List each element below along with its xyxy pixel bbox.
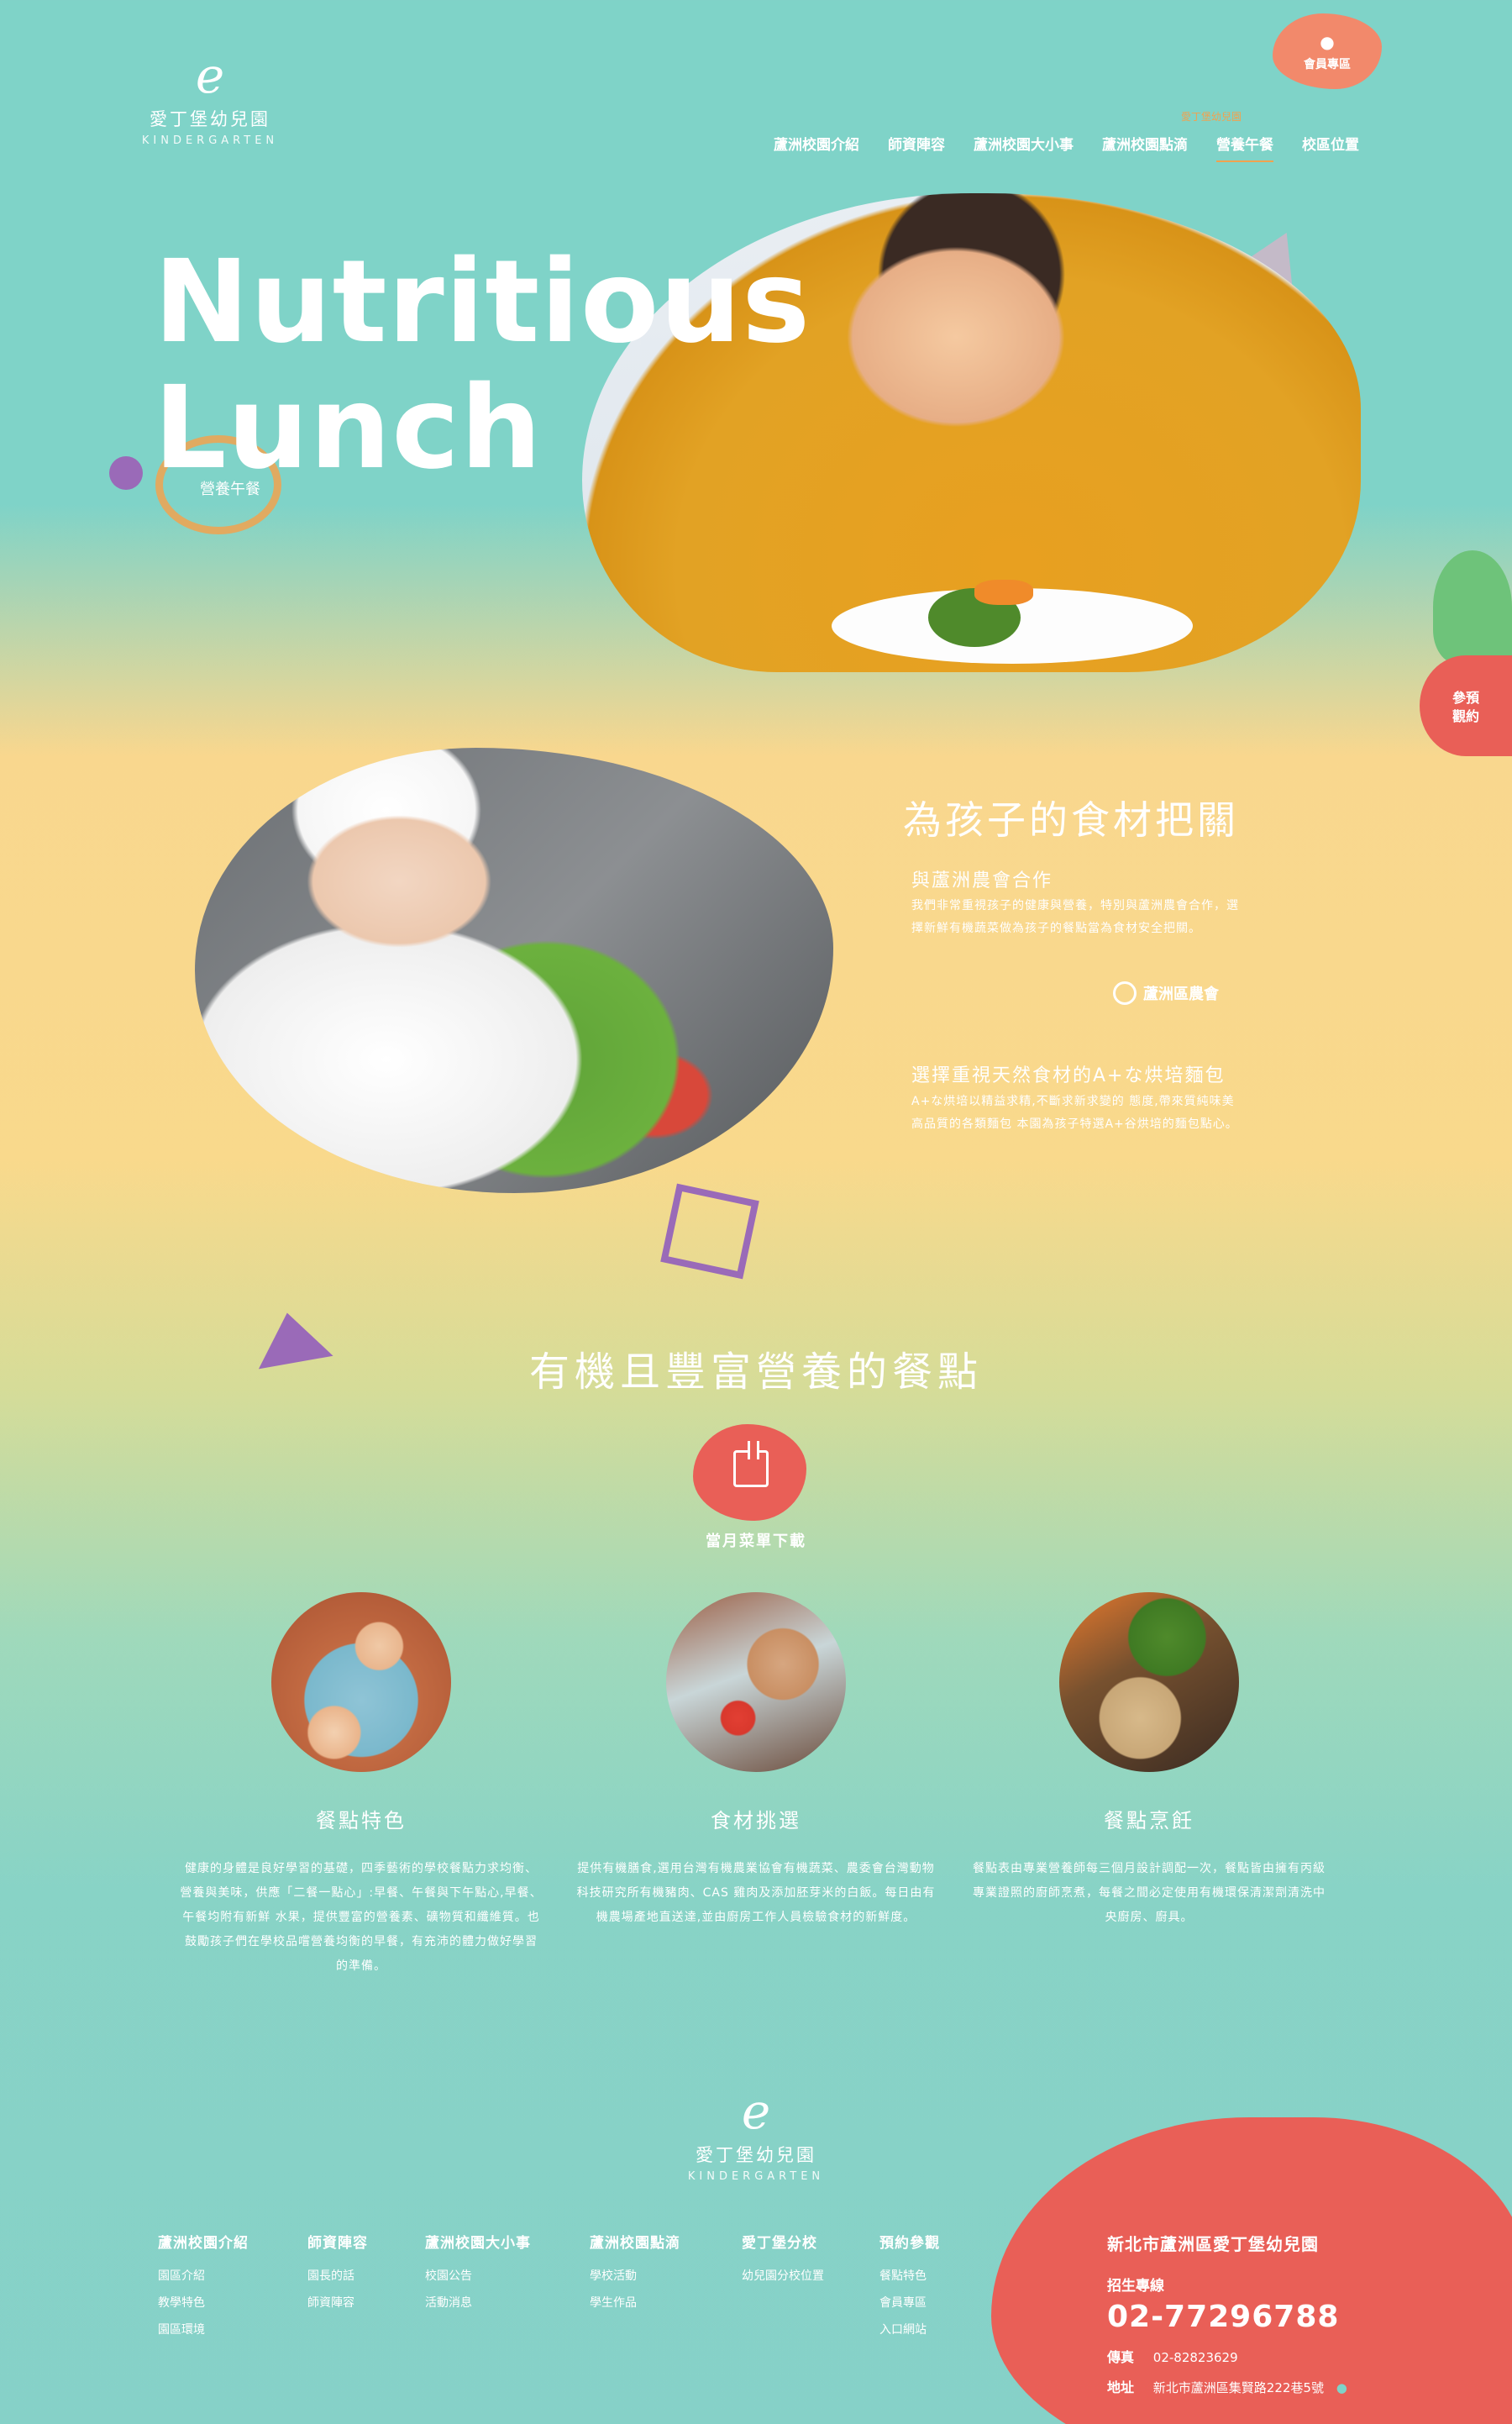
hero-title-line1: Nutritious xyxy=(154,236,811,369)
logo-name: 愛丁堡幼兒園 xyxy=(696,2145,816,2165)
footer-link[interactable]: 校園公告 xyxy=(425,2267,590,2284)
farm-logo-icon xyxy=(1113,981,1137,1005)
dinosaur-illustration xyxy=(1433,550,1512,664)
logo-mark: e xyxy=(741,2083,771,2140)
footer-column-heading[interactable]: 師資陣容 xyxy=(307,2231,425,2252)
nav-item-campus-moments[interactable]: 蘆洲校園點滴 xyxy=(1102,133,1188,162)
footer-link[interactable]: 幼兒園分校位置 xyxy=(742,2267,879,2284)
footer-column-heading[interactable]: 愛丁堡分校 xyxy=(742,2231,879,2252)
section-title-meals: 有機且豐富營養的餐點 xyxy=(528,1349,983,1396)
footer-link[interactable]: 活動消息 xyxy=(425,2294,590,2311)
fax-label: 傳真 xyxy=(1107,2349,1135,2365)
member-area-label: 會員專區 xyxy=(1304,58,1351,71)
download-icon xyxy=(733,1441,769,1487)
footer-link[interactable]: 學生作品 xyxy=(590,2294,742,2311)
user-icon: ● xyxy=(1320,32,1335,52)
feature-image xyxy=(666,1592,846,1772)
feature-card: 餐點特色 健康的身體是良好學習的基礎，四季藝術的學校餐點力求均衡、營養與美味，供… xyxy=(176,1592,546,1979)
footer-link[interactable]: 學校活動 xyxy=(590,2267,742,2284)
nav-item-location[interactable]: 校區位置 xyxy=(1302,133,1359,162)
member-area-button[interactable]: ● 會員專區 xyxy=(1273,13,1382,89)
address-label: 地址 xyxy=(1107,2379,1135,2395)
footer-column: 蘆洲校園介紹 園區介紹 教學特色 園區環境 xyxy=(158,2231,307,2348)
farm-partner-heading: 與蘆洲農會合作 xyxy=(911,870,1053,891)
footer-link[interactable]: 師資陣容 xyxy=(307,2294,425,2311)
footer-link[interactable]: 園長的話 xyxy=(307,2267,425,2284)
bakery-heading: 選擇重視天然食材的A+な烘培麵包 xyxy=(911,1065,1226,1086)
feature-text: 提供有機膳食,選用台灣有機農業協會有機蔬菜、農委會台灣動物科技研究所有機豬肉、C… xyxy=(576,1862,936,1924)
footer-logo[interactable]: e 愛丁堡幼兒園 KINDERGARTEN xyxy=(664,2086,848,2183)
hero-title: Nutritious Lunch xyxy=(154,239,811,492)
farm-association-logo: 蘆洲區農會 xyxy=(1113,981,1219,1005)
farm-partner-text: 我們非常重視孩子的健康與營養，特別與蘆洲農會合作，選擇新鮮有機蔬菜做為孩子的餐點… xyxy=(911,899,1239,935)
footer-column-heading[interactable]: 蘆洲校園點滴 xyxy=(590,2231,742,2252)
footer-contact: 新北市蘆洲區愛丁堡幼兒園 招生專線 02-77296788 傳真 02-8282… xyxy=(1107,2231,1477,2406)
footer-column-heading[interactable]: 蘆洲校園介紹 xyxy=(158,2231,307,2252)
nav-item-campus-intro[interactable]: 蘆洲校園介紹 xyxy=(774,133,859,162)
farm-logo-text: 蘆洲區農會 xyxy=(1143,986,1219,1003)
footer-link[interactable]: 園區介紹 xyxy=(158,2267,307,2284)
footer-link[interactable]: 教學特色 xyxy=(158,2294,307,2311)
logo-sub: KINDERGARTEN xyxy=(687,2170,825,2183)
footer-column: 蘆洲校園大小事 校園公告 活動消息 xyxy=(425,2231,590,2348)
logo-mark: e xyxy=(195,47,225,104)
logo-sub: KINDERGARTEN xyxy=(141,134,279,147)
carrot-image xyxy=(974,580,1033,605)
hero-title-line2: Lunch xyxy=(154,362,543,495)
footer-link-columns: 蘆洲校園介紹 園區介紹 教學特色 園區環境 師資陣容 園長的話 師資陣容 蘆洲校… xyxy=(158,2231,980,2348)
footer-column: 愛丁堡分校 幼兒園分校位置 xyxy=(742,2231,879,2348)
nav-active-tip: 愛丁堡幼兒園 xyxy=(1180,111,1242,123)
hotline-label: 招生專線 xyxy=(1107,2278,1164,2295)
footer-column-heading[interactable]: 預約參觀 xyxy=(879,2231,980,2252)
feature-text: 健康的身體是良好學習的基礎，四季藝術的學校餐點力求均衡、營養與美味，供應「二餐一… xyxy=(180,1862,543,1973)
footer-column: 蘆洲校園點滴 學校活動 學生作品 xyxy=(590,2231,742,2348)
nav-item-teachers[interactable]: 師資陣容 xyxy=(888,133,945,162)
fax-number: 02-82823629 xyxy=(1152,2350,1238,2365)
hero-subtitle: 營養午餐 xyxy=(200,481,260,498)
footer-column: 師資陣容 園長的話 師資陣容 xyxy=(307,2231,425,2348)
section-title-ingredients: 為孩子的食材把關 xyxy=(903,797,1239,843)
address-text: 新北市蘆洲區集賢路222巷5號 xyxy=(1152,2380,1324,2395)
feature-text: 餐點表由專業營養師每三個月設計調配一次，餐點皆由擁有丙級專業證照的廚師烹煮，每餐… xyxy=(973,1862,1326,1924)
map-pin-icon[interactable]: ● xyxy=(1336,2380,1347,2395)
nav-item-campus-news[interactable]: 蘆洲校園大小事 xyxy=(974,133,1074,162)
footer-link[interactable]: 餐點特色 xyxy=(879,2267,980,2284)
decorative-square xyxy=(660,1183,759,1280)
site-logo[interactable]: e 愛丁堡幼兒園 KINDERGARTEN xyxy=(126,50,294,147)
address-row: 地址 新北市蘆洲區集賢路222巷5號 ● xyxy=(1107,2376,1477,2396)
feature-card: 食材挑選 提供有機膳食,選用台灣有機農業協會有機蔬菜、農委會台灣動物科技研究所有… xyxy=(571,1592,941,1930)
footer-column: 預約參觀 餐點特色 會員專區 入口網站 xyxy=(879,2231,980,2348)
footer-link[interactable]: 會員專區 xyxy=(879,2294,980,2311)
feature-image xyxy=(271,1592,451,1772)
contact-title: 新北市蘆洲區愛丁堡幼兒園 xyxy=(1107,2234,1319,2254)
visit-booking-button[interactable]: 參預觀約 xyxy=(1420,655,1512,756)
logo-name: 愛丁堡幼兒園 xyxy=(150,109,270,129)
feature-title: 餐點烹飪 xyxy=(1104,1809,1194,1832)
footer-link[interactable]: 園區環境 xyxy=(158,2321,307,2337)
menu-download-label[interactable]: 當月菜單下載 xyxy=(0,1529,1512,1551)
feature-title: 餐點特色 xyxy=(316,1809,407,1832)
footer-link[interactable]: 入口網站 xyxy=(879,2321,980,2337)
decorative-dot xyxy=(109,456,143,490)
chef-vegetables-photo xyxy=(195,748,833,1193)
visit-booking-label: 參預觀約 xyxy=(1452,690,1479,724)
feature-image xyxy=(1059,1592,1239,1772)
hotline-number[interactable]: 02-77296788 xyxy=(1107,2300,1477,2334)
fax-row: 傳真 02-82823629 xyxy=(1107,2346,1477,2366)
nav-item-lunch[interactable]: 營養午餐 xyxy=(1216,133,1273,162)
feature-card: 餐點烹飪 餐點表由專業營養師每三個月設計調配一次，餐點皆由擁有丙級專業證照的廚師… xyxy=(964,1592,1334,1930)
footer-column-heading[interactable]: 蘆洲校園大小事 xyxy=(425,2231,590,2252)
feature-title: 食材挑選 xyxy=(711,1809,801,1832)
bakery-text: A+な烘培以精益求精,不斷求新求變的 態度,帶來質純味美高品質的各類麵包 本園為… xyxy=(911,1095,1238,1131)
main-nav: 蘆洲校園介紹 師資陣容 蘆洲校園大小事 蘆洲校園點滴 營養午餐 校區位置 xyxy=(774,133,1359,162)
